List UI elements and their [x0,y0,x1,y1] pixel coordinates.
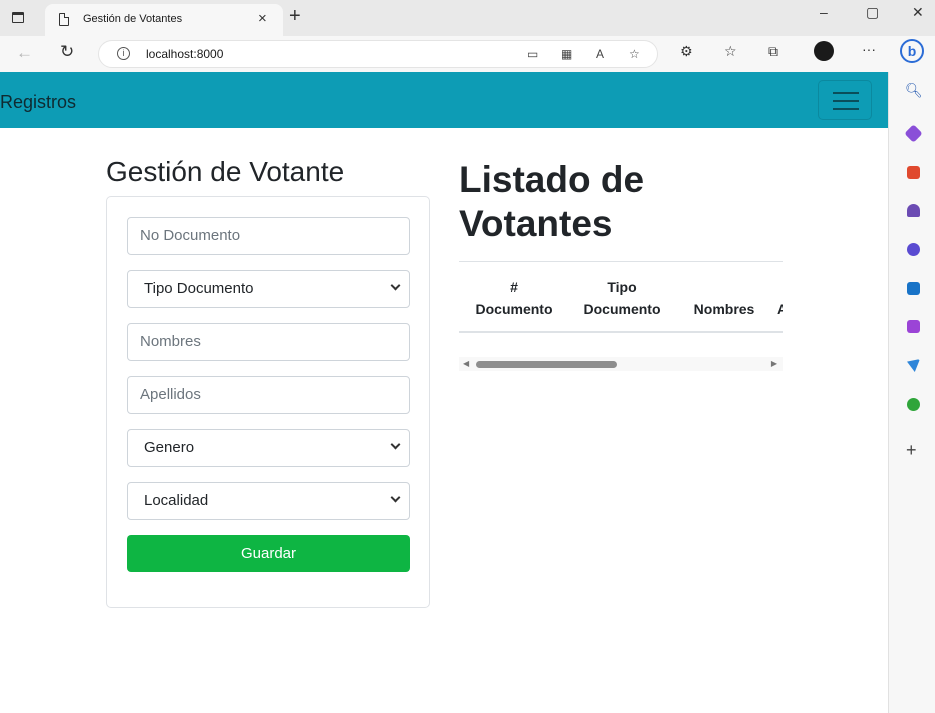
bing-icon[interactable]: b [900,39,924,63]
hamburger-line [833,100,859,102]
shopping-icon[interactable] [904,124,923,143]
navbar-toggler-button[interactable] [818,80,872,120]
tools-icon[interactable] [907,166,920,179]
maximize-button[interactable]: ▢ [866,4,879,21]
favorite-add-icon[interactable]: ☆ [629,47,640,61]
chevron-down-icon [390,280,401,291]
collections-icon[interactable]: ⧉ [768,43,778,60]
more-icon[interactable]: ··· [862,41,876,57]
site-info-icon[interactable]: i [117,47,130,60]
app-navbar: Registros [0,72,888,128]
tree-icon[interactable] [907,398,920,411]
column-header-line: Documento [475,301,553,317]
list-title: Listado de Votantes [459,159,645,244]
read-aloud-icon[interactable]: A [596,47,604,61]
browser-titlebar: Gestión de Votantes × + – ▢ ✕ [0,0,935,36]
navbar-brand[interactable]: Registros [0,92,76,113]
genero-select[interactable]: Genero [127,429,410,467]
qr-icon[interactable]: ▦ [561,47,572,61]
column-header-nombres: Nombres [687,276,761,320]
scroll-right-icon[interactable]: ▶ [771,359,777,368]
profile-avatar[interactable] [814,41,834,61]
column-header-apellidos: A [777,276,783,320]
hamburger-icon [833,92,859,94]
column-header-tipo-documento: Tipo Documento [577,276,667,320]
nombres-input[interactable]: Nombres [127,323,410,361]
page-content: Gestión de Votante No Documento Tipo Doc… [0,128,888,713]
column-header-line: # [510,279,518,295]
column-header-line [777,276,783,298]
form-title: Gestión de Votante [106,156,345,187]
address-bar[interactable]: i localhost:8000 ▭ ▦ A ☆ [98,40,658,68]
tab-title: Gestión de Votantes [83,13,183,25]
table-horizontal-scrollbar[interactable]: ◀ ▶ [459,357,783,371]
column-header-line: Tipo [607,279,637,295]
chevron-down-icon [390,492,401,503]
add-icon[interactable]: + [906,440,917,461]
favorites-icon[interactable]: ☆ [724,43,737,60]
tipo-documento-value: Tipo Documento [144,280,254,297]
close-window-button[interactable]: ✕ [912,4,924,21]
back-arrow-icon[interactable]: ← [16,43,33,63]
browser-sidebar: 🔍︎ + [888,72,935,713]
scroll-left-icon[interactable]: ◀ [463,359,469,368]
votantes-table: # Documento Tipo Documento Nombres A [459,261,783,333]
column-header-line: Documento [583,301,661,317]
browser-toolbar: ← ↻ i localhost:8000 ▭ ▦ A ☆ [0,36,935,72]
reload-icon[interactable]: ↻ [60,42,74,62]
column-header-line: Nombres [693,301,755,317]
genero-value: Genero [144,439,195,456]
app-icon[interactable]: ▭ [527,47,538,61]
chevron-down-icon [390,439,401,450]
tab-actions-icon[interactable] [12,12,24,23]
send-icon[interactable] [907,359,920,372]
column-header-documento: # Documento [469,276,559,320]
apellidos-input[interactable]: Apellidos [127,376,410,414]
column-header-line [687,276,761,298]
page-icon [59,13,69,26]
office-icon[interactable] [907,243,920,256]
hamburger-line [833,108,859,110]
extensions-icon[interactable]: ⚙ [680,43,693,60]
no-documento-input[interactable]: No Documento [127,217,410,255]
search-icon[interactable]: 🔍︎ [905,82,923,99]
designer-icon[interactable] [907,320,920,333]
scrollbar-thumb[interactable] [476,361,617,368]
column-header-line: A [777,298,783,320]
localidad-value: Localidad [144,492,209,509]
tipo-documento-select[interactable]: Tipo Documento [127,270,410,308]
localidad-select[interactable]: Localidad [127,482,410,520]
guardar-button[interactable]: Guardar [127,535,410,572]
tab-close-icon[interactable]: × [258,10,267,27]
games-icon[interactable] [907,204,920,217]
minimize-button[interactable]: – [820,4,828,20]
new-tab-button[interactable]: + [289,5,301,28]
votante-form-card: No Documento Tipo Documento Nombres Apel… [106,196,430,608]
url-text[interactable]: localhost:8000 [146,47,223,61]
outlook-icon[interactable] [907,282,920,295]
browser-tab[interactable]: Gestión de Votantes × [45,4,283,36]
